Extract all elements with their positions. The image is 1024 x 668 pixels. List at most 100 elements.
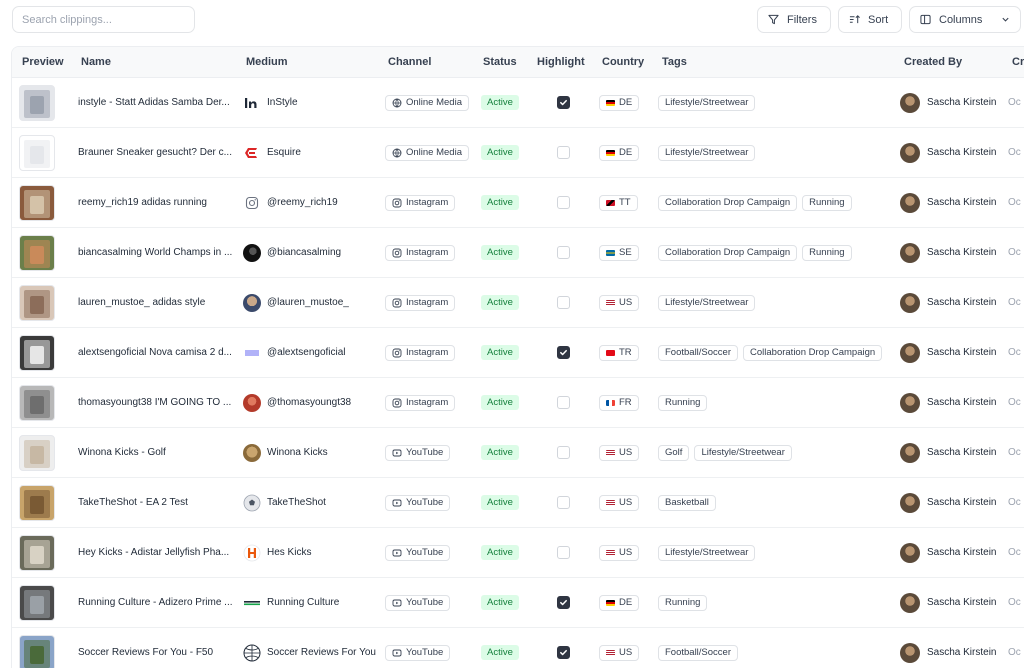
highlight-checkbox[interactable] — [557, 446, 570, 459]
column-header-status[interactable]: Status — [483, 47, 517, 77]
preview-thumbnail[interactable] — [19, 634, 55, 668]
preview-thumbnail[interactable] — [19, 84, 55, 121]
filters-label: Filters — [787, 13, 817, 26]
channel-label: YouTube — [406, 497, 444, 508]
created-by-cell: Sascha Kirstein — [900, 328, 996, 377]
table-row[interactable]: alextsengoficial Nova camisa 2 d... @ale… — [12, 328, 1024, 378]
preview-thumbnail[interactable] — [19, 284, 55, 321]
tag-chip[interactable]: Running — [658, 594, 708, 611]
name-cell: Soccer Reviews For You - F50 — [78, 628, 233, 668]
preview-thumbnail[interactable] — [19, 234, 55, 271]
preview-thumbnail[interactable] — [19, 584, 55, 621]
preview-thumbnail[interactable] — [19, 334, 55, 371]
preview-thumbnail[interactable] — [19, 184, 55, 221]
clipping-name[interactable]: Brauner Sneaker gesucht? Der c... — [78, 147, 233, 158]
tag-chip[interactable]: Basketball — [658, 494, 716, 511]
channel-cell: Instagram — [385, 378, 456, 427]
clipping-name[interactable]: Hey Kicks - Adistar Jellyfish Pha... — [78, 547, 233, 558]
clipping-name[interactable]: lauren_mustoe_ adidas style — [78, 297, 233, 308]
column-header-name[interactable]: Name — [81, 47, 111, 77]
highlight-checkbox[interactable] — [557, 196, 570, 209]
clipping-name[interactable]: Winona Kicks - Golf — [78, 447, 233, 458]
channel-label: Online Media — [406, 147, 462, 158]
logo-stripe-icon — [243, 594, 261, 612]
search-input[interactable] — [12, 6, 195, 33]
avatar — [900, 592, 920, 613]
tag-chip[interactable]: Collaboration Drop Campaign — [658, 194, 798, 211]
columns-button[interactable]: Columns — [909, 6, 1021, 33]
tag-chip[interactable]: Lifestyle/Streetwear — [694, 444, 792, 461]
clipping-name[interactable]: reemy_rich19 adidas running — [78, 197, 233, 208]
highlight-checkbox[interactable] — [557, 246, 570, 259]
table-row[interactable]: instyle - Statt Adidas Samba Der... InSt… — [12, 78, 1024, 128]
column-header-preview[interactable]: Preview — [22, 47, 64, 77]
medium-cell: @biancasalming — [243, 228, 341, 277]
highlight-checkbox[interactable] — [557, 96, 570, 109]
tag-chip[interactable]: Golf — [658, 444, 690, 461]
highlight-cell — [557, 428, 570, 477]
tag-chip[interactable]: Lifestyle/Streetwear — [658, 294, 756, 311]
sort-button[interactable]: Sort — [838, 6, 902, 33]
highlight-checkbox[interactable] — [557, 646, 570, 659]
table-row[interactable]: Brauner Sneaker gesucht? Der c... Esquir… — [12, 128, 1024, 178]
column-header-medium[interactable]: Medium — [246, 47, 288, 77]
highlight-checkbox[interactable] — [557, 396, 570, 409]
table-row[interactable]: Hey Kicks - Adistar Jellyfish Pha... Hes… — [12, 528, 1024, 578]
tags-cell: Basketball — [658, 478, 716, 527]
column-header-created-by[interactable]: Created By — [904, 47, 962, 77]
highlight-checkbox[interactable] — [557, 496, 570, 509]
name-cell: instyle - Statt Adidas Samba Der... — [78, 78, 233, 127]
highlight-checkbox[interactable] — [557, 546, 570, 559]
clipping-name[interactable]: instyle - Statt Adidas Samba Der... — [78, 97, 233, 108]
status-cell: Active — [481, 428, 519, 477]
creator-name: Sascha Kirstein — [927, 247, 997, 258]
tag-chip[interactable]: Football/Soccer — [658, 644, 739, 661]
medium-cell: @thomasyoungt38 — [243, 378, 351, 427]
name-cell: thomasyoungt38 I'M GOING TO ... — [78, 378, 233, 427]
tag-chip[interactable]: Running — [802, 194, 852, 211]
clipping-name[interactable]: Soccer Reviews For You - F50 — [78, 647, 233, 658]
channel-chip: Online Media — [385, 144, 469, 161]
table-row[interactable]: TakeTheShot - EA 2 Test TakeTheShot YouT… — [12, 478, 1024, 528]
table-row[interactable]: Running Culture - Adizero Prime ... Runn… — [12, 578, 1024, 628]
tag-chip[interactable]: Football/Soccer — [658, 344, 739, 361]
tag-chip[interactable]: Running — [658, 394, 708, 411]
preview-thumbnail[interactable] — [19, 534, 55, 571]
table-row[interactable]: Winona Kicks - Golf Winona Kicks YouTube… — [12, 428, 1024, 478]
highlight-checkbox[interactable] — [557, 596, 570, 609]
table-row[interactable]: Soccer Reviews For You - F50 Soccer Revi… — [12, 628, 1024, 668]
highlight-checkbox[interactable] — [557, 296, 570, 309]
clipping-name[interactable]: thomasyoungt38 I'M GOING TO ... — [78, 397, 233, 408]
tag-chip[interactable]: Running — [802, 244, 852, 261]
table-row[interactable]: lauren_mustoe_ adidas style @lauren_must… — [12, 278, 1024, 328]
tag-chip[interactable]: Lifestyle/Streetwear — [658, 544, 756, 561]
table-row[interactable]: reemy_rich19 adidas running @reemy_rich1… — [12, 178, 1024, 228]
status-badge: Active — [481, 95, 519, 110]
clipping-name[interactable]: biancasalming World Champs in ... — [78, 247, 233, 258]
clipping-name[interactable]: Running Culture - Adizero Prime ... — [78, 597, 233, 608]
status-badge: Active — [481, 345, 519, 360]
preview-thumbnail[interactable] — [19, 384, 55, 421]
filters-button[interactable]: Filters — [757, 6, 831, 33]
preview-thumbnail[interactable] — [19, 434, 55, 471]
clipping-name[interactable]: TakeTheShot - EA 2 Test — [78, 497, 233, 508]
tag-chip[interactable]: Collaboration Drop Campaign — [658, 244, 798, 261]
table-row[interactable]: biancasalming World Champs in ... @bianc… — [12, 228, 1024, 278]
column-header-highlight[interactable]: Highlight — [537, 47, 585, 77]
status-cell: Active — [481, 128, 519, 177]
tag-chip[interactable]: Collaboration Drop Campaign — [743, 344, 883, 361]
preview-thumbnail[interactable] — [19, 134, 55, 171]
highlight-checkbox[interactable] — [557, 146, 570, 159]
highlight-checkbox[interactable] — [557, 346, 570, 359]
column-header-created[interactable]: Cr — [1012, 47, 1024, 77]
column-header-channel[interactable]: Channel — [388, 47, 431, 77]
preview-thumbnail[interactable] — [19, 484, 55, 521]
country-chip: DE — [599, 94, 640, 111]
tag-chip[interactable]: Lifestyle/Streetwear — [658, 144, 756, 161]
table-row[interactable]: thomasyoungt38 I'M GOING TO ... @thomasy… — [12, 378, 1024, 428]
clipping-name[interactable]: alextsengoficial Nova camisa 2 d... — [78, 347, 233, 358]
tag-chip[interactable]: Lifestyle/Streetwear — [658, 94, 756, 111]
flag-icon — [606, 399, 615, 406]
column-header-country[interactable]: Country — [602, 47, 644, 77]
column-header-tags[interactable]: Tags — [662, 47, 687, 77]
